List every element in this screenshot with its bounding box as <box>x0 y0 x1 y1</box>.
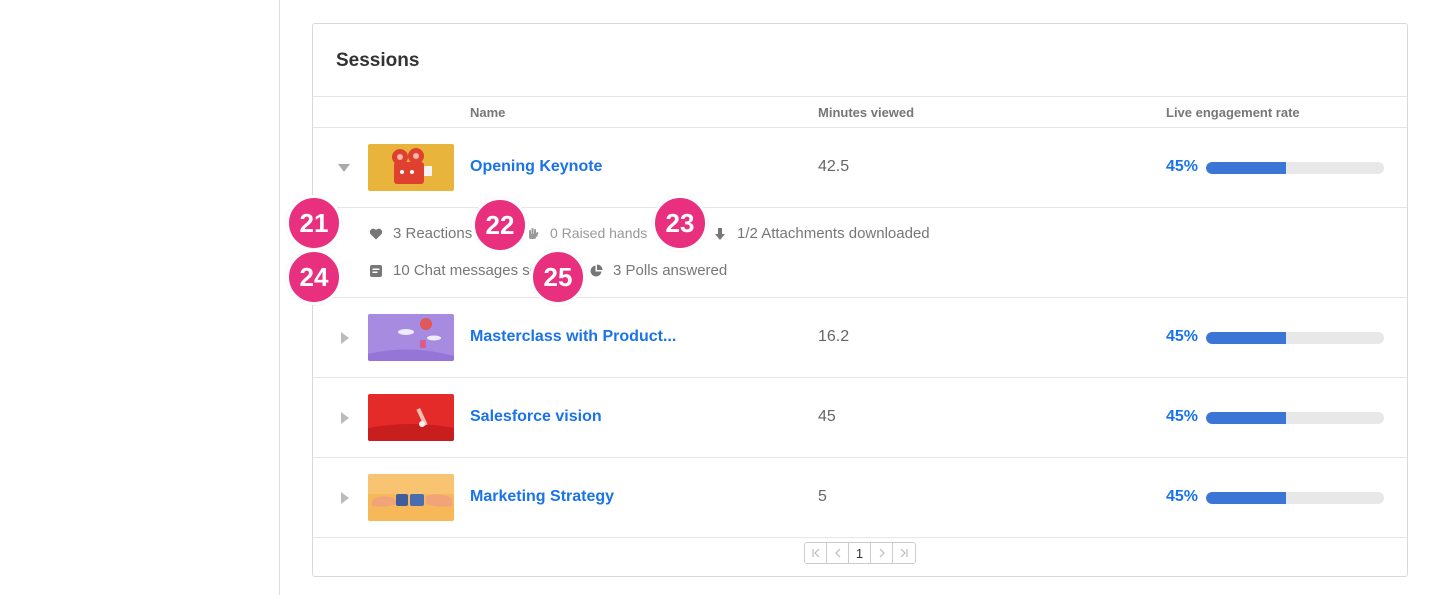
table-row[interactable]: Masterclass with Product... 16.2 45% <box>313 298 1407 378</box>
session-name-link[interactable]: Marketing Strategy <box>470 488 614 506</box>
table-row[interactable]: Opening Keynote 42.5 45% <box>313 128 1407 208</box>
engagement-bar <box>1206 332 1384 344</box>
callout-badge: 23 <box>652 195 708 251</box>
first-page-icon <box>811 548 819 558</box>
callout-badge: 24 <box>286 249 342 305</box>
previous-page-button[interactable] <box>827 543 849 563</box>
download-arrow-icon <box>713 227 727 241</box>
session-name-link[interactable]: Salesforce vision <box>470 408 602 426</box>
session-thumbnail <box>368 474 454 521</box>
column-header-name[interactable]: Name <box>470 105 505 120</box>
callout-badge: 21 <box>286 195 342 251</box>
engagement-bar <box>1206 492 1384 504</box>
collapse-caret-icon[interactable] <box>338 164 350 172</box>
last-page-button[interactable] <box>893 543 915 563</box>
chevron-left-icon <box>834 548 840 558</box>
engagement-bar-fill <box>1206 412 1287 424</box>
hand-icon <box>526 226 540 240</box>
expand-caret-icon[interactable] <box>341 412 349 424</box>
heart-icon <box>369 227 383 241</box>
session-thumbnail <box>368 314 454 361</box>
engagement-bar-fill <box>1206 162 1287 174</box>
chat-label: 10 Chat messages sent <box>393 262 551 279</box>
chat-stat: 10 Chat messages sent <box>369 262 551 279</box>
engagement-percent: 45% <box>1166 158 1199 175</box>
minutes-viewed: 42.5 <box>818 158 850 175</box>
engagement-bar-fill <box>1206 332 1287 344</box>
engagement-percent: 45% <box>1166 488 1199 505</box>
callout-badge: 22 <box>472 197 528 253</box>
attachments-label: 1/2 Attachments downloaded <box>737 225 930 242</box>
engagement-percent: 45% <box>1166 328 1199 345</box>
minutes-viewed: 5 <box>818 488 827 505</box>
next-page-button[interactable] <box>871 543 893 563</box>
engagement-bar <box>1206 162 1384 174</box>
polls-stat: 3 Polls answered <box>589 262 727 279</box>
minutes-viewed: 45 <box>818 408 836 425</box>
pagination: 1 <box>804 542 916 564</box>
first-page-button[interactable] <box>805 543 827 563</box>
table-row[interactable]: Marketing Strategy 5 45% <box>313 458 1407 538</box>
session-name-link[interactable]: Opening Keynote <box>470 158 602 176</box>
column-header-engagement[interactable]: Live engagement rate <box>1166 105 1300 120</box>
raised-hands-label: 0 Raised hands <box>550 225 648 241</box>
chat-icon <box>369 264 383 278</box>
reactions-stat: 3 Reactions <box>369 225 472 242</box>
callout-badge: 25 <box>530 249 586 305</box>
table-row[interactable]: Salesforce vision 45 45% <box>313 378 1407 458</box>
expand-caret-icon[interactable] <box>341 492 349 504</box>
section-title: Sessions <box>336 50 420 71</box>
pie-chart-icon <box>589 264 603 278</box>
engagement-bar-fill <box>1206 492 1287 504</box>
session-thumbnail <box>368 394 454 441</box>
expand-caret-icon[interactable] <box>341 332 349 344</box>
minutes-viewed: 16.2 <box>818 328 850 345</box>
engagement-percent: 45% <box>1166 408 1199 425</box>
session-thumbnail <box>368 144 454 191</box>
current-page[interactable]: 1 <box>849 543 871 563</box>
polls-label: 3 Polls answered <box>613 262 728 279</box>
chevron-right-icon <box>879 548 885 558</box>
reactions-label: 3 Reactions <box>393 225 473 242</box>
engagement-bar <box>1206 412 1384 424</box>
raised-hands-stat: 0 Raised hands <box>526 225 647 241</box>
left-sidebar <box>0 0 280 595</box>
session-name-link[interactable]: Masterclass with Product... <box>470 328 676 346</box>
sessions-card: Sessions Name Minutes viewed Live engage… <box>312 23 1408 577</box>
column-header-minutes[interactable]: Minutes viewed <box>818 105 914 120</box>
last-page-icon <box>900 548 908 558</box>
attachments-stat: 1/2 Attachments downloaded <box>713 225 930 242</box>
table-header: Name Minutes viewed Live engagement rate <box>313 96 1407 128</box>
